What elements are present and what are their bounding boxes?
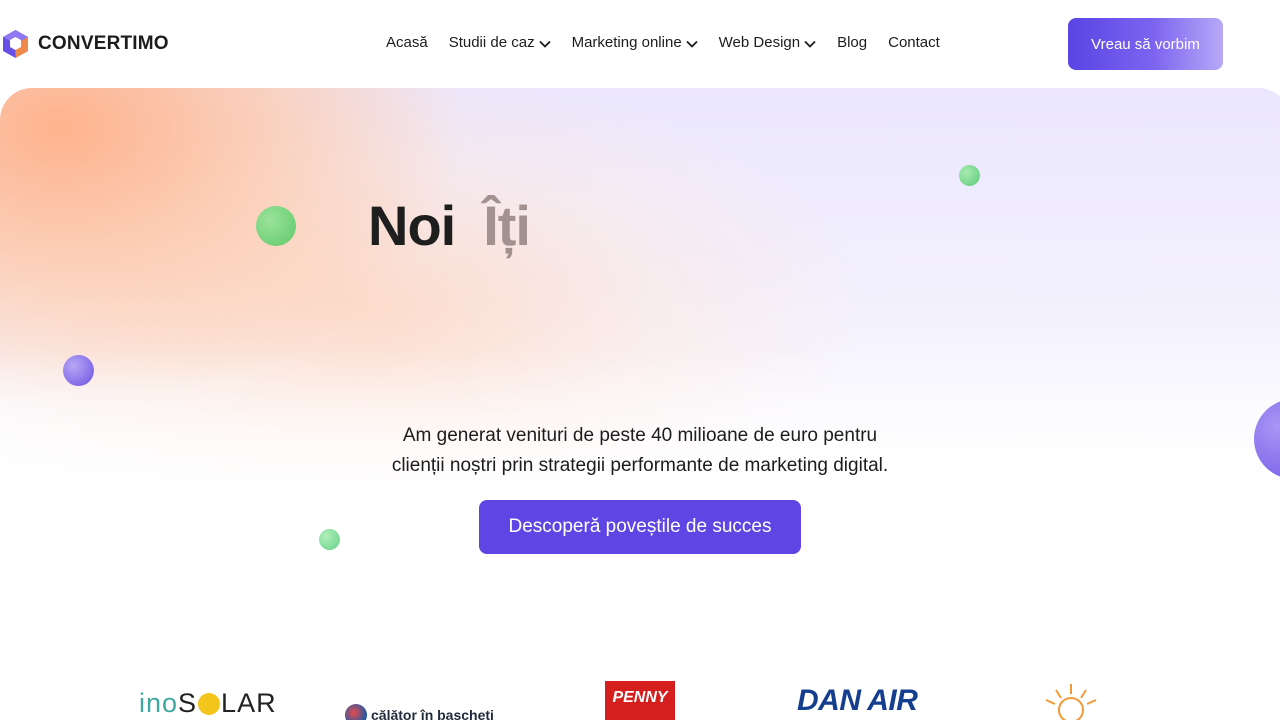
sun-icon — [198, 693, 221, 715]
globe-icon — [345, 704, 367, 720]
inosolar-logo: inoS LAR — [139, 688, 277, 718]
nav-label: Blog — [837, 34, 868, 51]
calator-in-basheti-logo: călător în bascheți — [345, 704, 494, 720]
cube-logo-icon — [3, 30, 28, 58]
subtitle-line: clienții noștri prin strategii performan… — [391, 455, 889, 476]
nav-label: Marketing online — [571, 34, 682, 51]
nav-label: Studii de caz — [448, 34, 535, 51]
nav-label: Web Design — [718, 34, 801, 51]
nav-item-studii-de-caz[interactable]: Studii de caz — [449, 34, 551, 51]
success-stories-button[interactable]: Descoperă poveștile de succes — [479, 500, 801, 554]
logo-text: CONVERTIMO — [38, 33, 169, 54]
headline-animated-word: Îți — [483, 194, 531, 257]
main-nav: Acasă Studii de caz Marketing online Web… — [386, 34, 961, 51]
penny-logo: PENNY — [605, 681, 675, 720]
nav-item-web-design[interactable]: Web Design — [719, 34, 816, 51]
nav-item-blog[interactable]: Blog — [837, 34, 867, 51]
chevron-down-icon — [686, 40, 698, 48]
decorative-green-dot — [959, 165, 980, 186]
client-logos-strip: inoS LAR călător în bascheți PENNY DAN AI… — [0, 660, 1280, 720]
headline-word: Noi — [368, 194, 456, 257]
decorative-purple-dot — [63, 355, 94, 386]
brand-logo[interactable]: CONVERTIMO — [2, 29, 169, 59]
nav-label: Contact — [888, 34, 940, 51]
decorative-green-dot — [256, 206, 296, 246]
nav-item-contact[interactable]: Contact — [888, 34, 940, 51]
talk-to-us-button[interactable]: Vreau să vorbim — [1068, 18, 1223, 70]
dan-air-logo: DAN AIR — [797, 684, 918, 717]
nav-label: Acasă — [386, 34, 428, 51]
nav-item-marketing-online[interactable]: Marketing online — [572, 34, 698, 51]
hero-subtitle: Am generat venituri de peste 40 milioane… — [340, 421, 940, 481]
chevron-down-icon — [804, 40, 816, 48]
site-header: CONVERTIMO Acasă Studii de caz Marketing… — [0, 0, 1280, 88]
subtitle-line: Am generat venituri de peste 40 milioane… — [402, 425, 878, 446]
decorative-green-dot — [319, 529, 340, 550]
sun-brand-logo — [1045, 684, 1097, 720]
chevron-down-icon — [538, 40, 551, 48]
nav-item-acasa[interactable]: Acasă — [386, 34, 428, 51]
hero-headline: Noi Îți — [368, 193, 531, 258]
